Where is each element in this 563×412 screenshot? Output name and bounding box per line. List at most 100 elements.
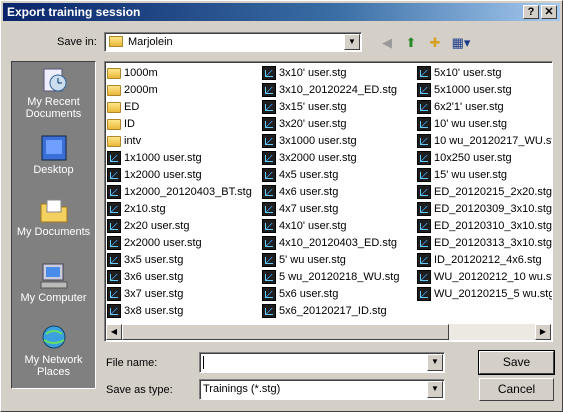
- place-network[interactable]: My Network Places: [12, 324, 95, 378]
- network-places-icon: [42, 325, 65, 349]
- folder-icon: [107, 85, 121, 96]
- stg-file-icon: [262, 66, 276, 80]
- folder-icon: [107, 136, 121, 147]
- title-bar: Export training session ? ✕: [3, 3, 560, 21]
- stg-file-icon: [417, 253, 431, 267]
- stg-file-icon: [417, 151, 431, 165]
- file-name: 3x7 user.stg: [124, 288, 184, 300]
- file-name: intv: [124, 135, 142, 147]
- place-my-computer[interactable]: My Computer: [12, 262, 95, 304]
- stg-file-icon: [417, 168, 431, 182]
- stg-file-icon: [107, 236, 121, 250]
- file-name: 2x2000 user.stg: [124, 237, 202, 249]
- stg-file-icon: [262, 100, 276, 114]
- file-list[interactable]: 1000m 2000m ED ID intv 1x1000 user.stg 1x2000 …: [104, 61, 553, 342]
- my-documents-icon: [40, 199, 67, 223]
- stg-file-icon: [262, 151, 276, 165]
- stg-file-icon: [107, 202, 121, 216]
- file-name: 2000m: [124, 84, 158, 96]
- places-bar: My Recent Documents Desktop My Documents…: [11, 61, 96, 389]
- place-label: My Documents: [16, 226, 91, 238]
- file-name: 5' wu user.stg: [279, 254, 346, 266]
- place-label: My Network Places: [24, 354, 83, 378]
- folder-icon: [107, 102, 121, 113]
- file-name: WU_20120212_10 wu.stg: [434, 271, 553, 283]
- dialog-title: Export training session: [7, 5, 141, 19]
- scroll-right-icon[interactable]: ▶: [535, 324, 551, 340]
- stg-file-icon: [417, 219, 431, 233]
- cancel-button[interactable]: Cancel: [479, 378, 554, 401]
- stg-file-icon: [262, 287, 276, 301]
- stg-file-icon: [262, 117, 276, 131]
- up-folder-icon[interactable]: ⬆: [401, 34, 421, 52]
- file-name: 6x2'1' user.stg: [434, 101, 504, 113]
- stg-file-icon: [262, 168, 276, 182]
- save-in-dropdown[interactable]: Marjolein ▼: [104, 32, 362, 52]
- view-menu-icon[interactable]: ▦▾: [449, 34, 473, 52]
- file-name: 5x10' user.stg: [434, 67, 502, 79]
- file-name: WU_20120215_5 wu.stg: [434, 288, 553, 300]
- file-name: ED_20120313_3x10.stg: [434, 237, 553, 249]
- file-name: ID: [124, 118, 135, 130]
- scroll-thumb[interactable]: [122, 324, 449, 340]
- stg-file-icon: [417, 117, 431, 131]
- stg-file-icon: [417, 134, 431, 148]
- save-dialog: Export training session ? ✕ Save in: Mar…: [0, 0, 563, 412]
- file-name-field[interactable]: ▼: [199, 352, 445, 373]
- file-name: 1x1000 user.stg: [124, 152, 202, 164]
- stg-file-icon: [107, 185, 121, 199]
- file-name: 3x10' user.stg: [279, 67, 347, 79]
- file-name: 10' wu user.stg: [434, 118, 508, 130]
- stg-file-icon: [107, 270, 121, 284]
- stg-file-icon: [107, 287, 121, 301]
- folder-icon: [107, 119, 121, 130]
- stg-file-icon: [107, 168, 121, 182]
- text-cursor: [203, 356, 204, 369]
- file-name: ED: [124, 101, 140, 113]
- chevron-down-icon[interactable]: ▼: [344, 34, 360, 50]
- folder-icon: [107, 68, 121, 79]
- stg-file-icon: [262, 202, 276, 216]
- chevron-down-icon[interactable]: ▼: [427, 381, 443, 398]
- stg-file-icon: [417, 270, 431, 284]
- recent-documents-icon: [43, 68, 66, 92]
- file-name: 4x6 user.stg: [279, 186, 339, 198]
- file-name: ED_20120309_3x10.stg: [434, 203, 553, 215]
- stg-file-icon: [107, 151, 121, 165]
- file-name: 4x5 user.stg: [279, 169, 339, 181]
- save-as-type-dropdown[interactable]: Trainings (*.stg) ▼: [199, 379, 445, 400]
- file-name: 4x10' user.stg: [279, 220, 347, 232]
- file-name: 10x250 user.stg: [434, 152, 512, 164]
- my-computer-icon: [40, 263, 67, 289]
- close-button[interactable]: ✕: [541, 5, 557, 19]
- horizontal-scrollbar[interactable]: ◀ ▶: [106, 324, 551, 340]
- save-in-value: Marjolein: [128, 36, 173, 48]
- place-desktop[interactable]: Desktop: [12, 134, 95, 176]
- stg-file-icon: [262, 253, 276, 267]
- stg-file-icon: [262, 270, 276, 284]
- save-button[interactable]: Save: [478, 350, 555, 375]
- scroll-left-icon[interactable]: ◀: [106, 324, 122, 340]
- file-name-label: File name:: [106, 357, 158, 369]
- file-name: 2x10.stg: [124, 203, 166, 215]
- file-name: 5x6_20120217_ID.stg: [279, 305, 387, 317]
- save-as-type-label: Save as type:: [106, 384, 173, 396]
- help-button[interactable]: ?: [523, 5, 539, 19]
- file-name: 2x20 user.stg: [124, 220, 190, 232]
- stg-file-icon: [417, 185, 431, 199]
- stg-file-icon: [417, 287, 431, 301]
- file-name: 15' wu user.stg: [434, 169, 508, 181]
- place-recent-documents[interactable]: My Recent Documents: [12, 66, 95, 120]
- chevron-down-icon[interactable]: ▼: [427, 354, 443, 371]
- save-as-type-value: Trainings (*.stg): [203, 383, 281, 395]
- stg-file-icon: [262, 134, 276, 148]
- new-folder-icon[interactable]: ✚: [425, 34, 445, 52]
- back-icon[interactable]: ◀: [377, 34, 397, 52]
- stg-file-icon: [262, 185, 276, 199]
- place-label: My Computer: [20, 292, 87, 304]
- file-name: ED_20120310_3x10.stg: [434, 220, 553, 232]
- place-my-documents[interactable]: My Documents: [12, 196, 95, 238]
- stg-file-icon: [262, 304, 276, 318]
- file-name: 5x6 user.stg: [279, 288, 339, 300]
- stg-file-icon: [107, 253, 121, 267]
